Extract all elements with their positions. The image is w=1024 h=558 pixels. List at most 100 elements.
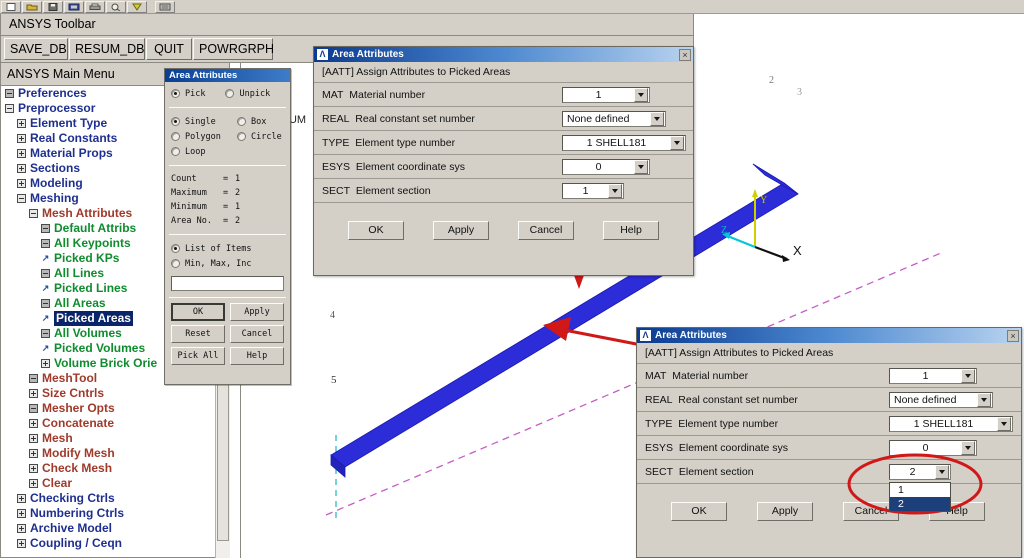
- leaf-box-icon: [41, 269, 50, 278]
- chevron-down-icon[interactable]: [961, 368, 975, 383]
- print-icon[interactable]: [85, 1, 105, 13]
- row-mat: MAT Material number 1: [637, 364, 1021, 388]
- pick-help-button[interactable]: Help: [230, 347, 284, 365]
- radio-indicator: [237, 132, 246, 141]
- radio-loop[interactable]: Loop: [171, 144, 284, 159]
- esys-combobox[interactable]: 0: [889, 439, 977, 456]
- chevron-down-icon[interactable]: [935, 464, 949, 479]
- apply-button[interactable]: Apply: [757, 502, 813, 521]
- menu-item-coupling-ceqn[interactable]: Coupling / Ceqn: [1, 536, 216, 551]
- new-file-icon[interactable]: [1, 1, 21, 13]
- read-input-icon[interactable]: [64, 1, 84, 13]
- menu-item-modify-mesh[interactable]: Modify Mesh: [1, 446, 216, 461]
- menu-item-numbering-ctrls[interactable]: Numbering Ctrls: [1, 506, 216, 521]
- save-disk-icon[interactable]: [43, 1, 63, 13]
- help-button[interactable]: Help: [603, 221, 659, 240]
- svg-text:Y: Y: [760, 195, 767, 206]
- dialog-titlebar[interactable]: Λ Area Attributes ×: [637, 328, 1021, 343]
- menu-item-mesher-opts[interactable]: Mesher Opts: [1, 401, 216, 416]
- counter-key: Area No.: [171, 216, 212, 226]
- counter-row: Count = 1: [171, 172, 284, 186]
- type-combobox[interactable]: 1 SHELL181: [889, 415, 1013, 432]
- dialog-titlebar[interactable]: Λ Area Attributes ×: [314, 47, 693, 62]
- type-combobox[interactable]: 1 SHELL181: [562, 134, 686, 151]
- area-attributes-pick-dialog[interactable]: Area Attributes Pick Unpick Single Box P…: [164, 68, 291, 385]
- real-combobox[interactable]: None defined: [562, 110, 666, 127]
- save-db-button[interactable]: SAVE_DB: [4, 38, 68, 60]
- ok-button[interactable]: OK: [671, 502, 727, 521]
- menu-item-mesh[interactable]: Mesh: [1, 431, 216, 446]
- menu-item-concatenate[interactable]: Concatenate: [1, 416, 216, 431]
- menu-item-clear[interactable]: Clear: [1, 476, 216, 491]
- ansys-logo-icon: Λ: [317, 49, 328, 60]
- menu-item-label: Meshing: [30, 191, 79, 205]
- pick-items-input[interactable]: [171, 276, 284, 291]
- print-preview-icon[interactable]: [106, 1, 126, 13]
- area-attributes-dialog-bottom[interactable]: Λ Area Attributes × [AATT] Assign Attrib…: [636, 327, 1022, 558]
- close-icon[interactable]: ×: [1007, 329, 1019, 342]
- sect-combobox[interactable]: 2: [889, 463, 951, 480]
- menu-item-checking-ctrls[interactable]: Checking Ctrls: [1, 491, 216, 506]
- ansys-help-icon[interactable]: [155, 1, 175, 13]
- radio-indicator: [171, 89, 180, 98]
- menu-item-label: Archive Model: [30, 521, 113, 535]
- pick-ok-button[interactable]: OK: [171, 303, 225, 321]
- radio-polygon-circle[interactable]: Polygon Circle: [171, 129, 284, 144]
- sect-dropdown-list[interactable]: 1 2: [889, 482, 951, 512]
- close-icon[interactable]: ×: [679, 48, 691, 61]
- row-code: TYPE: [645, 417, 673, 430]
- leaf-box-icon: [41, 299, 50, 308]
- esys-combobox[interactable]: 0: [562, 158, 650, 175]
- menu-item-archive-model[interactable]: Archive Model: [1, 521, 216, 536]
- chevron-down-icon[interactable]: [997, 416, 1011, 431]
- pick-cancel-button[interactable]: Cancel: [230, 325, 284, 343]
- mat-combobox[interactable]: 1: [889, 367, 977, 384]
- chevron-down-icon[interactable]: [961, 440, 975, 455]
- mat-combobox[interactable]: 1: [562, 86, 650, 103]
- report-icon[interactable]: [127, 1, 147, 13]
- open-folder-icon[interactable]: [22, 1, 42, 13]
- radio-list-of-items[interactable]: List of Items: [171, 241, 284, 256]
- chevron-down-icon[interactable]: [670, 135, 684, 150]
- row-code: SECT: [322, 184, 351, 197]
- chevron-down-icon[interactable]: [634, 159, 648, 174]
- area-attributes-dialog-top[interactable]: Λ Area Attributes × [AATT] Assign Attrib…: [313, 46, 694, 276]
- cancel-button[interactable]: Cancel: [518, 221, 574, 240]
- row-type: TYPE Element type number 1 SHELL181: [637, 412, 1021, 436]
- row-code: MAT: [322, 88, 344, 101]
- combo-value: None defined: [894, 393, 957, 406]
- combo-value: 1: [595, 88, 602, 101]
- menu-item-label: Mesh: [42, 431, 73, 445]
- dropdown-option-2[interactable]: 2: [890, 497, 950, 511]
- menu-item-check-mesh[interactable]: Check Mesh: [1, 461, 216, 476]
- chevron-down-icon[interactable]: [608, 183, 622, 198]
- radio-pick[interactable]: Pick Unpick: [171, 86, 284, 101]
- chevron-down-icon[interactable]: [650, 111, 664, 126]
- sect-combobox[interactable]: 1: [562, 182, 624, 199]
- pick-apply-button[interactable]: Apply: [230, 303, 284, 321]
- quit-button[interactable]: QUIT: [146, 38, 192, 60]
- real-combobox[interactable]: None defined: [889, 391, 993, 408]
- expand-plus-icon: [17, 164, 26, 173]
- row-label: REAL Real constant set number: [645, 394, 798, 406]
- menu-item-label: Real Constants: [30, 131, 118, 145]
- radio-label: Pick: [185, 88, 206, 99]
- powrgrph-button[interactable]: POWRGRPH: [193, 38, 274, 60]
- combo-value: 1: [582, 184, 589, 197]
- ansys-application-window: ANSYS Toolbar SAVE_DB RESUM_DB QUIT POWR…: [0, 0, 1024, 558]
- resum-db-button[interactable]: RESUM_DB: [69, 38, 145, 60]
- menu-item-size-cntrls[interactable]: Size Cntrls: [1, 386, 216, 401]
- apply-button[interactable]: Apply: [433, 221, 489, 240]
- menu-item-label: Volume Brick Orie: [54, 356, 158, 370]
- pick-reset-button[interactable]: Reset: [171, 325, 225, 343]
- radio-label: Loop: [185, 146, 206, 157]
- ok-button[interactable]: OK: [348, 221, 404, 240]
- pick-all-button[interactable]: Pick All: [171, 347, 225, 365]
- dropdown-option-1[interactable]: 1: [890, 483, 950, 497]
- radio-min-max-inc[interactable]: Min, Max, Inc: [171, 256, 284, 271]
- chevron-down-icon[interactable]: [977, 392, 991, 407]
- chevron-down-icon[interactable]: [634, 87, 648, 102]
- radio-single-box[interactable]: Single Box: [171, 114, 284, 129]
- row-text: Element coordinate sys: [678, 441, 788, 454]
- radio-indicator: [171, 132, 180, 141]
